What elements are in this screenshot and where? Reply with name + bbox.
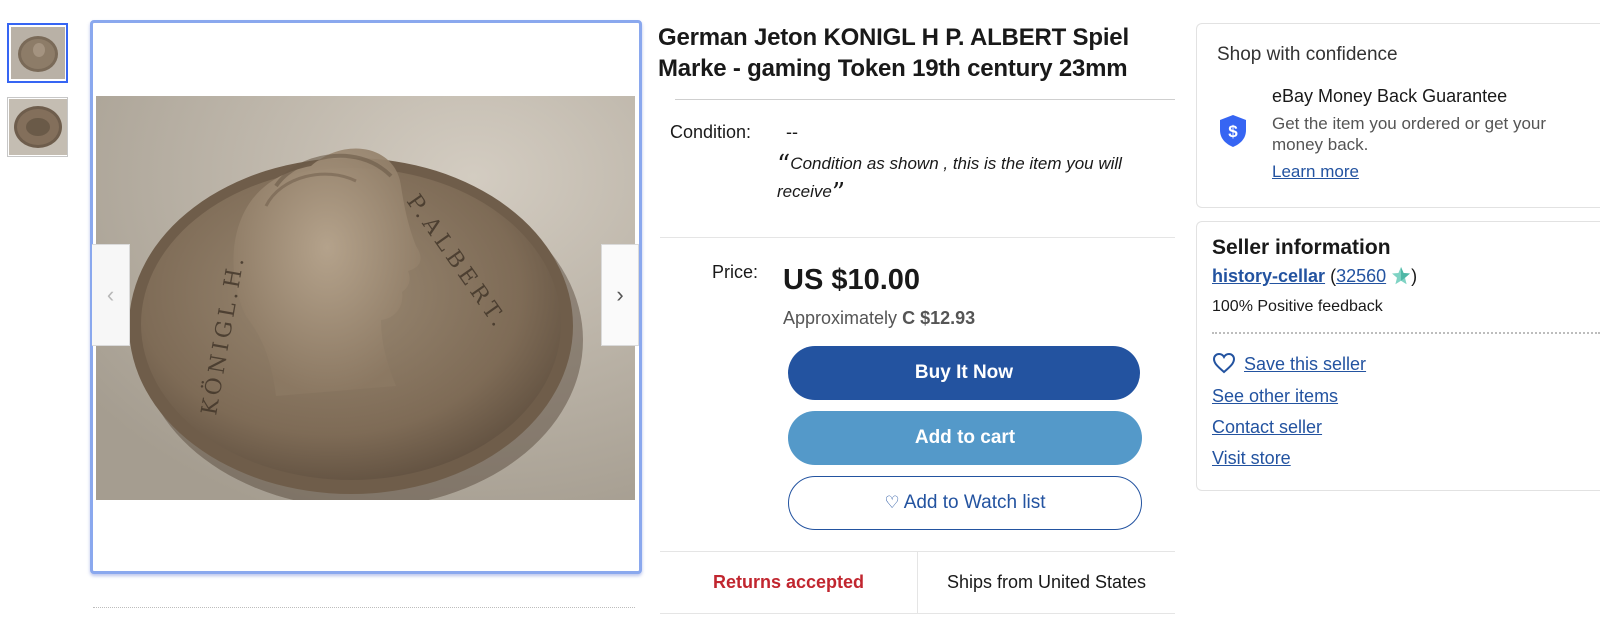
approximate-price: Approximately C $12.93 — [783, 308, 975, 329]
seller-name-line: history-cellar (32560 ) — [1212, 266, 1417, 287]
chevron-right-icon: › — [616, 282, 624, 307]
item-price: US $10.00 — [783, 264, 921, 296]
approx-prefix: Approximately — [783, 308, 898, 328]
gallery-divider — [93, 607, 635, 608]
star-icon — [1392, 267, 1411, 285]
learn-more-link[interactable]: Learn more — [1272, 162, 1359, 182]
shield-dollar-icon: $ — [1220, 115, 1246, 147]
ships-from: Ships from United States — [946, 572, 1147, 592]
confidence-title: Shop with confidence — [1217, 44, 1398, 65]
seller-info-title: Seller information — [1212, 236, 1391, 259]
contact-seller-link[interactable]: Contact seller — [1212, 417, 1322, 438]
thumbnail-2[interactable] — [7, 97, 68, 157]
coin-front-thumbnail-image — [10, 27, 65, 79]
condition-label: Condition: — [670, 122, 752, 142]
approx-value: C $12.93 — [902, 308, 976, 328]
guarantee-description: Get the item you ordered or get your mon… — [1272, 114, 1547, 154]
condition-value: -- — [786, 122, 798, 142]
add-to-watchlist-label: Add to Watch list — [903, 492, 1046, 513]
divider — [660, 237, 1175, 238]
heart-icon[interactable] — [1212, 352, 1236, 374]
visit-store-link[interactable]: Visit store — [1212, 448, 1291, 469]
condition-description-text: Condition as shown , this is the item yo… — [777, 154, 1122, 201]
close-paren: ) — [1411, 266, 1418, 286]
coin-back-thumbnail-image — [8, 99, 67, 155]
divider — [660, 613, 1175, 614]
add-to-cart-button[interactable]: Add to cart — [788, 411, 1142, 465]
guarantee-title: eBay Money Back Guarantee — [1272, 86, 1508, 106]
returns-accepted: Returns accepted — [712, 572, 865, 592]
price-label: Price: — [712, 262, 759, 282]
positive-feedback: 100% Positive feedback — [1212, 298, 1383, 315]
seller-name-link[interactable]: history-cellar — [1212, 266, 1325, 286]
close-quote-icon: ” — [831, 178, 846, 208]
svg-text:$: $ — [1228, 122, 1238, 141]
save-seller-link[interactable]: Save this seller — [1244, 354, 1366, 375]
condition-description: “Condition as shown , this is the item y… — [777, 150, 1177, 206]
see-other-items-link[interactable]: See other items — [1212, 386, 1338, 407]
buy-it-now-button[interactable]: Buy It Now — [788, 346, 1140, 400]
previous-image-button[interactable]: ‹ — [92, 244, 130, 346]
next-image-button[interactable]: › — [601, 244, 639, 346]
divider — [675, 99, 1175, 100]
chevron-left-icon: ‹ — [106, 282, 115, 307]
dotted-divider — [1212, 332, 1600, 334]
item-title: German Jeton KONIGL H P. ALBERT Spiel Ma… — [658, 24, 1129, 82]
add-to-watchlist-button[interactable]: ♡ Add to Watch list — [788, 476, 1142, 530]
heart-icon: ♡ — [884, 493, 900, 512]
feedback-count-link[interactable]: 32560 — [1336, 266, 1386, 286]
thumbnail-1[interactable] — [7, 23, 68, 83]
open-quote-icon: “ — [777, 150, 791, 180]
main-coin-image: KÖNIGL.H. P.ALBERT. — [96, 96, 635, 500]
